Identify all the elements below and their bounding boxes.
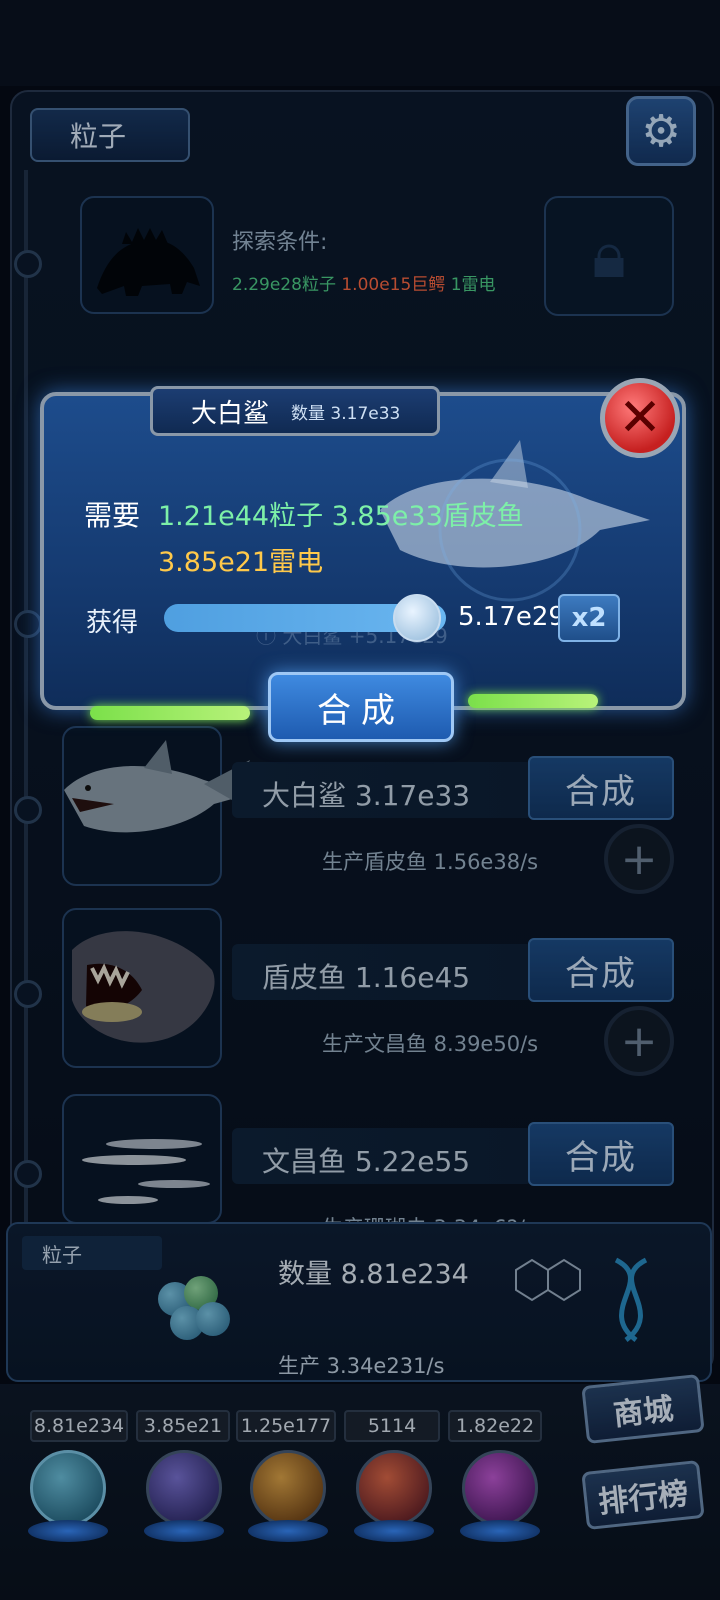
close-icon: ✕	[618, 388, 662, 448]
need-requirements-line1: 1.21e44粒子 3.85e33盾皮鱼	[158, 501, 524, 532]
dialog-title-tab: 大白鲨 数量 3.17e33	[150, 386, 440, 436]
modal-overlay	[0, 0, 720, 1600]
gain-label: 获得	[86, 608, 139, 638]
dialog-merge-button[interactable]: 合成	[268, 672, 454, 742]
need-requirements-line2: 3.85e21雷电	[158, 547, 324, 578]
decor-glow-right	[468, 694, 598, 708]
dialog-title: 大白鲨	[191, 398, 270, 429]
decor-glow-left	[90, 706, 250, 720]
close-button[interactable]: ✕	[600, 378, 680, 458]
need-label: 需要	[84, 499, 141, 532]
double-reward-button[interactable]: x2	[558, 594, 620, 642]
gain-value: 5.17e29	[458, 602, 565, 632]
dialog-count: 数量 3.17e33	[291, 403, 401, 424]
